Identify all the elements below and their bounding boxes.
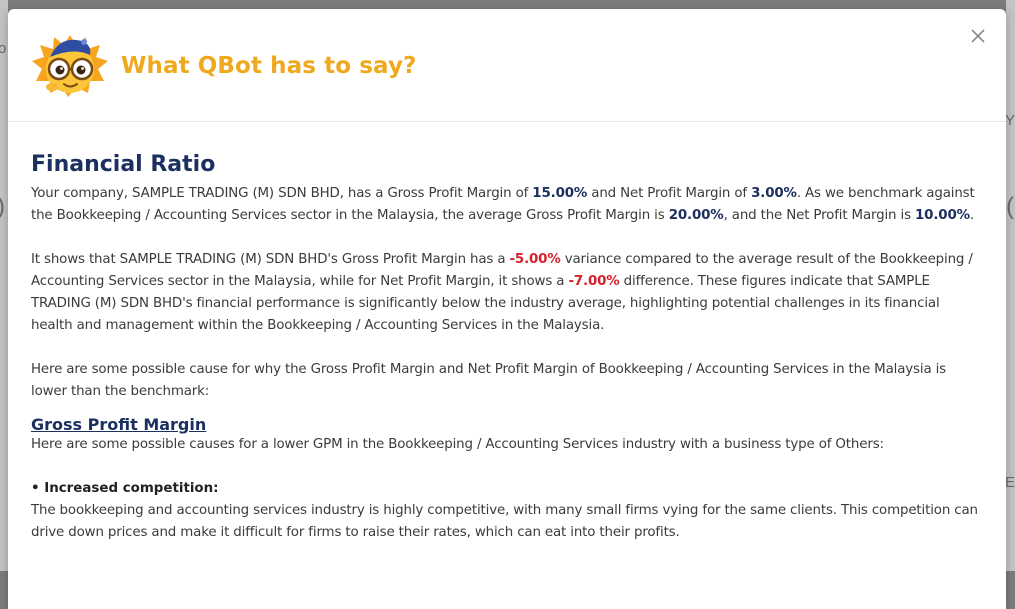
- benchmark-gpm-value: 20.00%: [668, 208, 724, 223]
- modal-header: What QBot has to say?: [8, 9, 1006, 122]
- modal-title: What QBot has to say?: [121, 53, 417, 79]
- background-fragment: Y: [1005, 112, 1015, 129]
- close-icon[interactable]: [968, 26, 988, 46]
- background-fragment: (: [1006, 193, 1014, 220]
- qbot-mascot-icon: [30, 29, 110, 101]
- gpm-variance-value: -5.00%: [509, 252, 561, 267]
- benchmark-npm-value: 10.00%: [915, 208, 970, 223]
- ratio-variance-paragraph: It shows that SAMPLE TRADING (M) SDN BHD…: [31, 252, 973, 333]
- possible-causes-intro: Here are some possible cause for why the…: [31, 362, 947, 399]
- gross-profit-margin-heading: Gross Profit Margin: [31, 415, 207, 434]
- modal-body: Financial Ratio Your company, SAMPLE TRA…: [8, 122, 1006, 544]
- background-fragment: E: [1005, 474, 1015, 491]
- background-fragment: ): [0, 193, 5, 221]
- bullet-title: • Increased competition:: [31, 481, 219, 496]
- background-fragment: o: [0, 40, 7, 57]
- ratio-summary-paragraph: Your company, SAMPLE TRADING (M) SDN BHD…: [31, 186, 975, 223]
- qbot-modal: What QBot has to say? Financial Ratio Yo…: [8, 9, 1006, 609]
- background-page-left: [0, 0, 8, 571]
- company-gpm-value: 15.00%: [532, 186, 588, 201]
- company-npm-value: 3.00%: [751, 186, 797, 201]
- bullet-text: The bookkeeping and accounting services …: [31, 503, 978, 540]
- gpm-intro: Here are some possible causes for a lowe…: [31, 437, 884, 452]
- financial-ratio-heading: Financial Ratio: [31, 152, 216, 177]
- npm-variance-value: -7.00%: [568, 274, 620, 289]
